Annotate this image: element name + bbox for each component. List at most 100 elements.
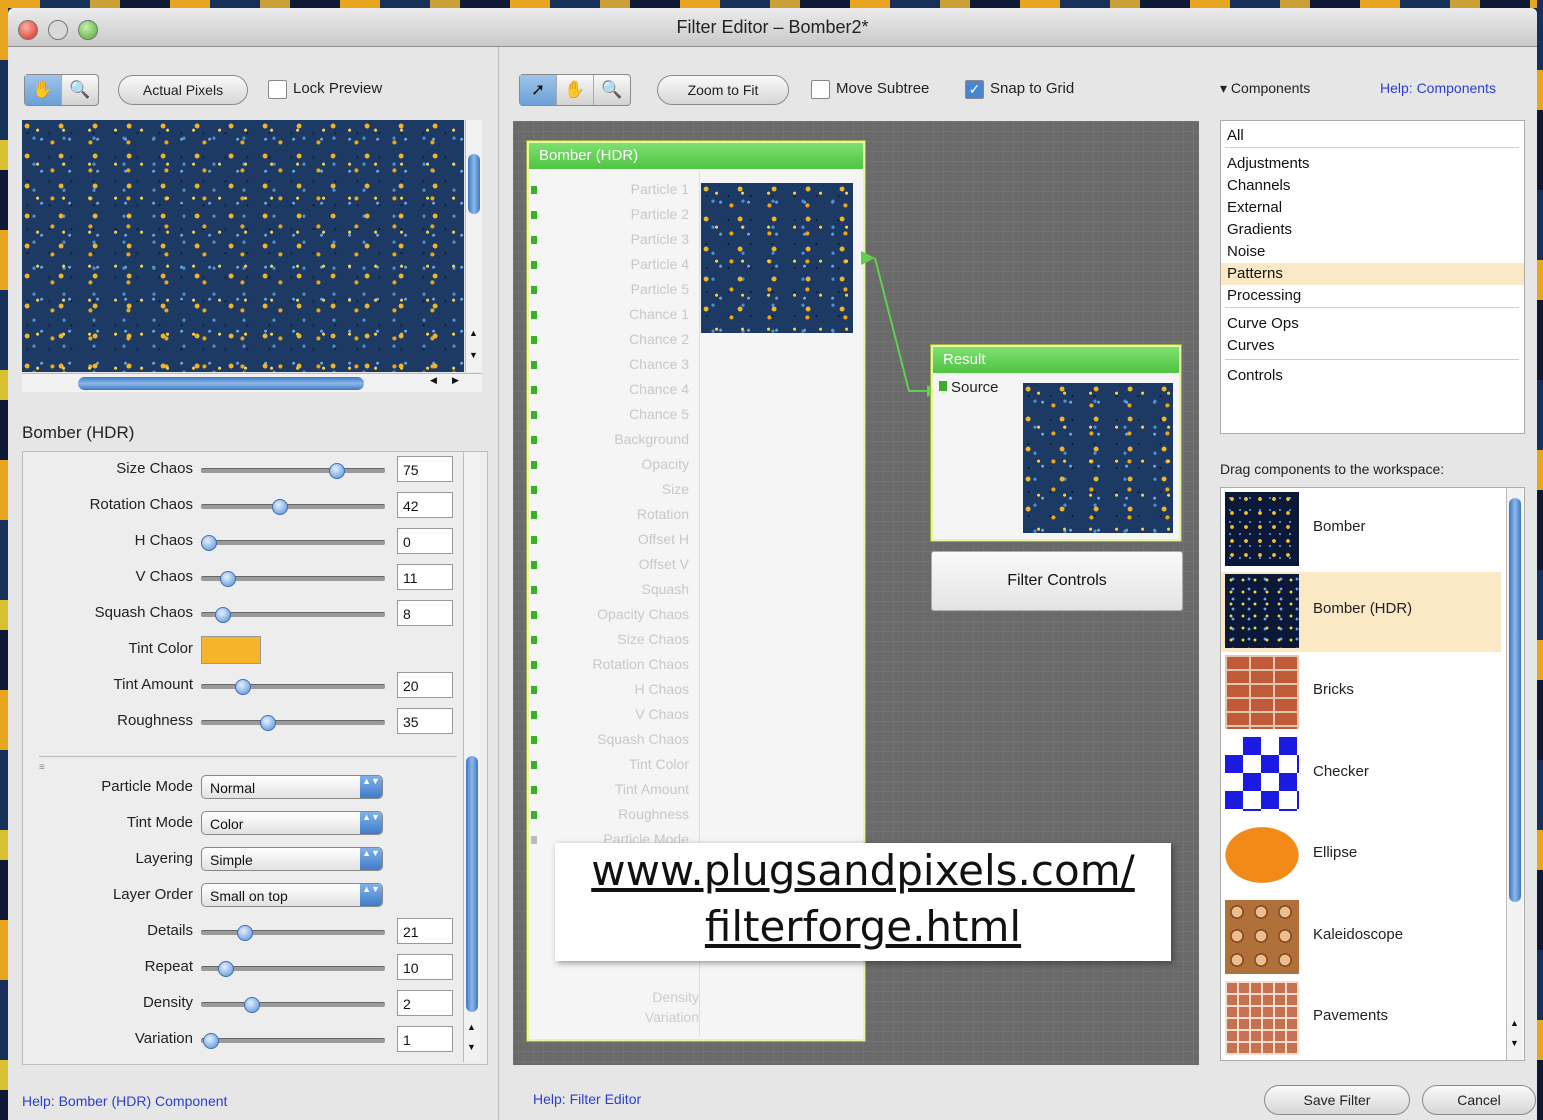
param-slider[interactable] xyxy=(201,961,385,977)
slider-knob[interactable] xyxy=(260,715,276,731)
category-item[interactable]: External xyxy=(1221,197,1524,219)
param-slider[interactable] xyxy=(201,535,385,551)
param-slider[interactable] xyxy=(201,997,385,1013)
actual-pixels-button[interactable]: Actual Pixels xyxy=(118,75,248,105)
parameters-scroll-thumb[interactable] xyxy=(466,756,478,1012)
group-collapse-icon[interactable]: ≡ xyxy=(39,762,45,773)
category-item[interactable]: Curve Ops xyxy=(1221,313,1524,335)
component-item[interactable]: Bomber xyxy=(1221,490,1501,570)
param-slider[interactable] xyxy=(201,571,385,587)
slider-knob[interactable] xyxy=(235,679,251,695)
drag-hint: Drag components to the workspace: xyxy=(1220,461,1445,477)
component-scroll-up-icon[interactable]: ▲ xyxy=(1510,1018,1519,1028)
component-item[interactable]: Pavements xyxy=(1221,979,1501,1059)
param-slider[interactable] xyxy=(201,463,385,479)
preview-hscroll-thumb[interactable] xyxy=(78,377,364,390)
component-scroll-thumb[interactable] xyxy=(1509,498,1521,902)
slider-knob[interactable] xyxy=(244,997,260,1013)
tint-color-swatch[interactable] xyxy=(201,636,261,664)
slider-knob[interactable] xyxy=(237,925,253,941)
scroll-down-arrow-icon[interactable]: ▼ xyxy=(469,350,478,360)
preview-vscroll-thumb[interactable] xyxy=(468,154,480,214)
component-item[interactable]: Kaleidoscope xyxy=(1221,898,1501,978)
help-filter-editor-link[interactable]: Help: Filter Editor xyxy=(533,1091,641,1107)
cancel-button[interactable]: Cancel xyxy=(1422,1085,1536,1115)
component-scrollbar[interactable]: ▲ ▼ xyxy=(1506,488,1523,1060)
category-item[interactable]: Noise xyxy=(1221,241,1524,263)
component-item[interactable]: Bomber (HDR) xyxy=(1221,571,1501,652)
scroll-right-arrow-icon[interactable]: ▶ xyxy=(452,375,459,386)
scroll-left-arrow-icon[interactable]: ◀ xyxy=(430,375,437,386)
preview-image[interactable] xyxy=(22,120,464,372)
snap-to-grid-checkbox[interactable]: ✓ xyxy=(965,80,984,99)
param-slider[interactable] xyxy=(201,1033,385,1049)
component-label: Bricks xyxy=(1313,681,1354,698)
filter-controls-node[interactable]: Filter Controls xyxy=(931,551,1183,611)
popup-arrows-icon: ▲▼ xyxy=(360,848,382,870)
hand-tool-icon[interactable]: ✋ xyxy=(557,75,594,105)
zoom-tool-icon[interactable]: 🔍 xyxy=(62,75,98,105)
param-scroll-down-icon[interactable]: ▼ xyxy=(467,1042,476,1052)
category-item[interactable]: Adjustments xyxy=(1221,153,1524,175)
param-value-field[interactable]: 21 xyxy=(397,918,453,944)
mode-popup[interactable]: Normal ▲▼ xyxy=(201,775,383,799)
scroll-up-arrow-icon[interactable]: ▲ xyxy=(469,328,478,338)
slider-knob[interactable] xyxy=(220,571,236,587)
param-slider[interactable] xyxy=(201,925,385,941)
param-value-field[interactable]: 2 xyxy=(397,990,453,1016)
help-component-link[interactable]: Help: Bomber (HDR) Component xyxy=(22,1093,227,1109)
bricks-thumb-icon xyxy=(1225,655,1299,729)
hand-tool-icon[interactable]: ✋ xyxy=(25,75,62,105)
slider-knob[interactable] xyxy=(201,535,217,551)
preview-vertical-scrollbar[interactable]: ▲ ▼ xyxy=(465,120,482,372)
slider-knob[interactable] xyxy=(272,499,288,515)
preview-horizontal-scrollbar[interactable]: ◀ ▶ xyxy=(22,373,482,392)
slider-knob[interactable] xyxy=(203,1033,219,1049)
param-value-field[interactable]: 1 xyxy=(397,1026,453,1052)
param-scroll-up-icon[interactable]: ▲ xyxy=(467,1022,476,1032)
param-label: Details xyxy=(147,922,193,939)
param-value-field[interactable]: 11 xyxy=(397,564,453,590)
components-header[interactable]: ▾ Components xyxy=(1220,80,1310,97)
move-subtree-checkbox[interactable] xyxy=(811,80,830,99)
component-item[interactable]: Checker xyxy=(1221,735,1501,815)
zoom-tool-icon[interactable]: 🔍 xyxy=(594,75,630,105)
category-item[interactable]: Curves xyxy=(1221,335,1524,357)
zoom-to-fit-button[interactable]: Zoom to Fit xyxy=(657,75,789,105)
param-slider[interactable] xyxy=(201,679,385,695)
slider-knob[interactable] xyxy=(215,607,231,623)
result-node[interactable]: Result Source xyxy=(931,345,1181,541)
desktop-background-left xyxy=(0,0,8,1120)
param-value-field[interactable]: 20 xyxy=(397,672,453,698)
category-item[interactable]: Processing xyxy=(1221,285,1524,307)
parameters-scrollbar[interactable]: ▲ ▼ xyxy=(463,452,480,1062)
help-components-link[interactable]: Help: Components xyxy=(1380,80,1496,96)
param-value-field[interactable]: 75 xyxy=(397,456,453,482)
category-item[interactable]: Controls xyxy=(1221,365,1524,387)
slider-knob[interactable] xyxy=(329,463,345,479)
result-port-dot[interactable] xyxy=(939,381,947,391)
category-item[interactable]: Channels xyxy=(1221,175,1524,197)
param-value-field[interactable]: 0 xyxy=(397,528,453,554)
slider-knob[interactable] xyxy=(218,961,234,977)
component-item[interactable]: Bricks xyxy=(1221,653,1501,733)
param-value-field[interactable]: 35 xyxy=(397,708,453,734)
category-item[interactable]: Patterns xyxy=(1221,263,1524,285)
param-value-field[interactable]: 8 xyxy=(397,600,453,626)
param-slider[interactable] xyxy=(201,715,385,731)
component-item[interactable]: Ellipse xyxy=(1221,816,1501,896)
mode-popup[interactable]: Small on top ▲▼ xyxy=(201,883,383,907)
component-scroll-down-icon[interactable]: ▼ xyxy=(1510,1038,1519,1048)
param-value-field[interactable]: 10 xyxy=(397,954,453,980)
mode-popup[interactable]: Color ▲▼ xyxy=(201,811,383,835)
lock-preview-checkbox[interactable] xyxy=(268,80,287,99)
category-item[interactable]: Gradients xyxy=(1221,219,1524,241)
category-item[interactable]: All xyxy=(1221,125,1524,147)
param-slider[interactable] xyxy=(201,607,385,623)
mode-popup[interactable]: Simple ▲▼ xyxy=(201,847,383,871)
pointer-tool-icon[interactable]: ➚ xyxy=(520,75,557,105)
save-filter-button[interactable]: Save Filter xyxy=(1264,1085,1410,1115)
param-slider[interactable] xyxy=(201,499,385,515)
param-value-field[interactable]: 42 xyxy=(397,492,453,518)
component-title: Bomber (HDR) xyxy=(22,423,135,442)
